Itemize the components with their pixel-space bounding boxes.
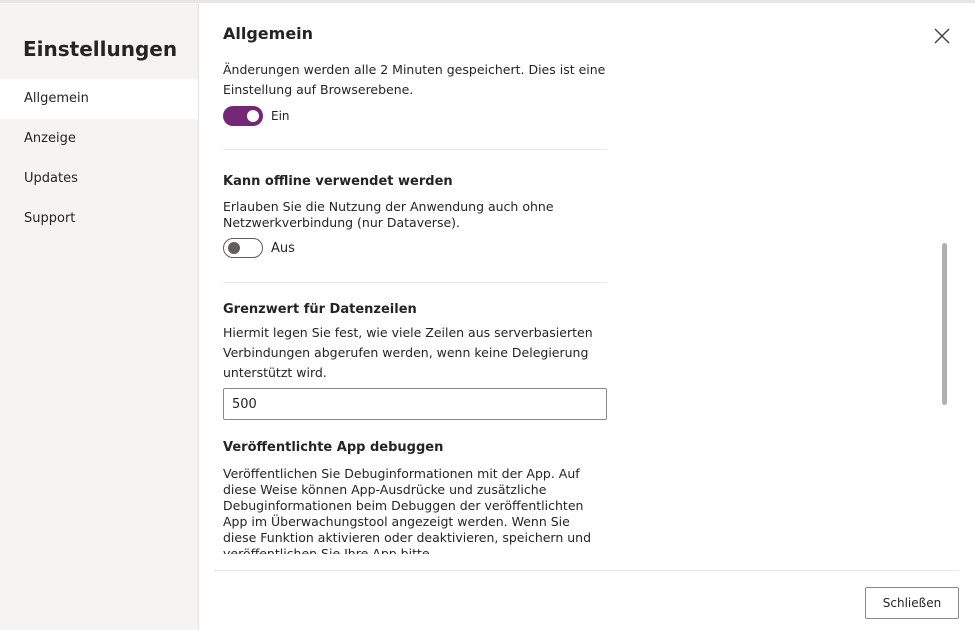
row-limit-title: Grenzwert für Datenzeilen — [223, 302, 417, 317]
offline-setting: Kann offline verwendet werden Erlauben S… — [223, 149, 607, 282]
nav-item-support[interactable]: Support — [0, 199, 198, 239]
debug-description: Veröffentlichen Sie Debuginformationen m… — [223, 466, 592, 554]
row-limit-description: Hiermit legen Sie fest, wie viele Zeilen… — [223, 325, 593, 380]
row-limit-setting: Grenzwert für Datenzeilen Hiermit legen … — [223, 282, 607, 420]
close-icon — [934, 28, 950, 44]
close-dialog-button[interactable] — [930, 24, 954, 48]
toggle-knob — [247, 110, 259, 122]
offline-title: Kann offline verwendet werden — [223, 174, 453, 189]
close-button[interactable]: Schließen — [865, 587, 959, 619]
row-limit-input[interactable] — [223, 388, 607, 420]
offline-toggle[interactable] — [223, 238, 263, 258]
autosave-toggle-label: Ein — [271, 109, 290, 123]
offline-toggle-label: Aus — [271, 240, 295, 256]
autosave-description: Änderungen werden alle 2 Minuten gespeic… — [223, 62, 606, 97]
settings-sidebar: Einstellungen Allgemein Anzeige Updates … — [0, 3, 199, 630]
settings-content: . Änderungen werden alle 2 Minuten gespe… — [223, 48, 607, 554]
sidebar-title: Einstellungen — [23, 37, 178, 61]
settings-scroll-area[interactable]: . Änderungen werden alle 2 Minuten gespe… — [214, 48, 959, 554]
footer-divider — [214, 570, 959, 571]
autosave-toggle[interactable] — [223, 106, 263, 126]
offline-toggle-row: Aus — [223, 238, 607, 258]
nav-item-anzeige[interactable]: Anzeige — [0, 119, 198, 159]
page-title: Allgemein — [223, 24, 314, 43]
nav-item-updates[interactable]: Updates — [0, 159, 198, 199]
toggle-knob — [228, 242, 240, 254]
debug-title: Veröffentlichte App debuggen — [223, 440, 444, 455]
offline-description: Erlauben Sie die Nutzung der Anwendung a… — [223, 199, 554, 230]
autosave-setting: Änderungen werden alle 2 Minuten gespeic… — [223, 54, 607, 149]
debug-setting: Veröffentlichte App debuggen Veröffentli… — [223, 420, 607, 554]
autosave-toggle-row: Ein — [223, 106, 607, 126]
settings-nav: Allgemein Anzeige Updates Support — [0, 79, 198, 239]
scrollbar-thumb[interactable] — [942, 243, 947, 405]
nav-item-allgemein[interactable]: Allgemein — [0, 79, 198, 119]
